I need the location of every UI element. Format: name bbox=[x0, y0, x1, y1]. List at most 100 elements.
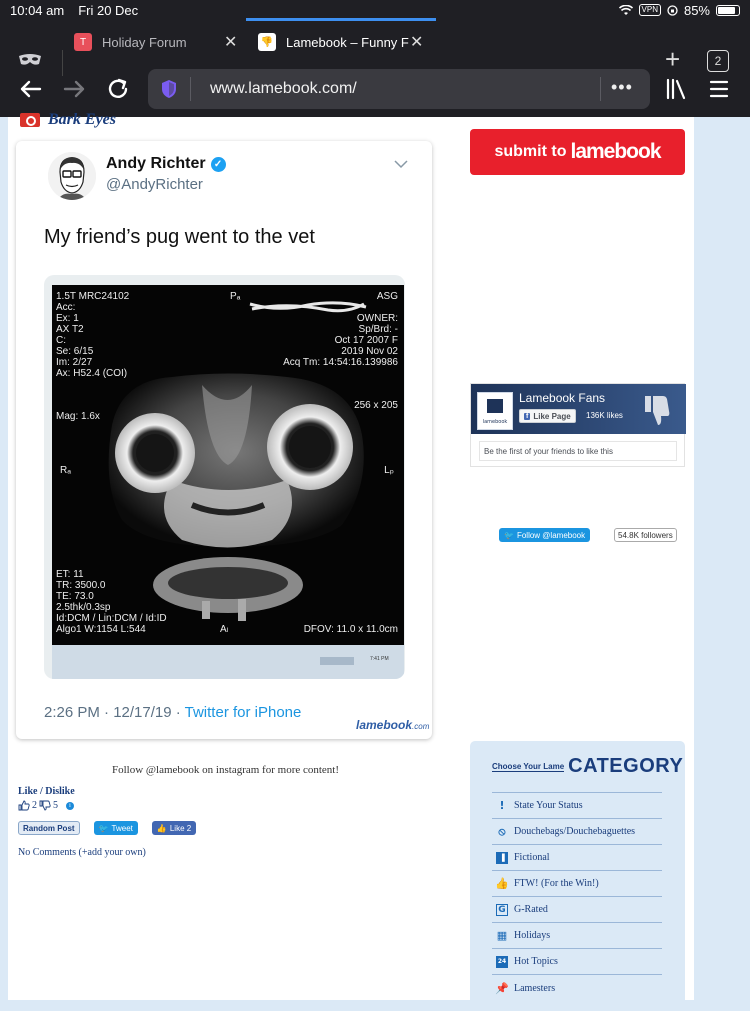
random-post-icon bbox=[20, 113, 40, 127]
ad-placeholder bbox=[470, 185, 685, 375]
instagram-follow-line: Follow @lamebook on instagram for more c… bbox=[112, 764, 340, 776]
tweet-meta: 2:26 PM · 12/17/19 · Twitter for iPhone bbox=[44, 704, 301, 721]
tab-label: Holiday Forum bbox=[102, 34, 187, 50]
tab-lamebook[interactable]: 👎 Lamebook – Funny F ✕ bbox=[246, 18, 436, 64]
tweet-text: My friend’s pug went to the vet bbox=[44, 226, 315, 248]
tweet-author-handle[interactable]: @AndyRichter bbox=[106, 176, 203, 193]
post-title[interactable]: Bark Eyes bbox=[20, 111, 116, 129]
library-icon[interactable] bbox=[665, 78, 687, 100]
mri-overlay-bottom-left: ET: 11 TR: 3500.0 TE: 73.0 2.5thk/0.3sp Id:D… bbox=[56, 569, 167, 635]
tweet-photo[interactable]: 1.5T MRC24102 Acc: Ex: 1 AX T2 C: Se: 6/15 Im:… bbox=[44, 275, 405, 679]
twitter-follower-count: 54.8K followers bbox=[614, 528, 677, 542]
hamburger-menu-icon[interactable] bbox=[709, 80, 729, 98]
post-title-text[interactable]: Bark Eyes bbox=[48, 111, 116, 129]
status-date: Fri 20 Dec bbox=[78, 2, 139, 18]
like-page-label: Like Page bbox=[533, 411, 571, 421]
category-label[interactable]: Holidays bbox=[514, 930, 550, 941]
category-item[interactable]: G G-Rated bbox=[492, 897, 662, 923]
facebook-like-count: 136K likes bbox=[586, 411, 623, 420]
tab-label: Lamebook – Funny F bbox=[286, 34, 409, 50]
mri-orientation-bottom: Aₗ bbox=[220, 624, 229, 635]
tweet-button[interactable]: 🐦 Tweet bbox=[93, 821, 138, 835]
category-label[interactable]: G-Rated bbox=[514, 904, 548, 915]
tweet-timestamp[interactable]: 2:26 PM · 12/17/19 · bbox=[44, 704, 185, 721]
reload-button[interactable] bbox=[105, 76, 131, 102]
info-icon[interactable]: i bbox=[66, 801, 74, 810]
back-button[interactable] bbox=[18, 76, 44, 102]
address-bar[interactable]: www.lamebook.com/ ••• bbox=[148, 69, 650, 109]
category-heading: Choose Your Lame CATEGORY bbox=[492, 755, 683, 778]
thumbs-up-icon: 👍 bbox=[495, 877, 509, 890]
battery-percent: 85% bbox=[683, 2, 710, 18]
mri-orientation-left: Rₐ bbox=[60, 465, 71, 476]
calendar-icon: 24 bbox=[496, 955, 508, 968]
tab-holiday-forum[interactable]: T Holiday Forum ✕ bbox=[74, 20, 242, 64]
thumbs-up-icon: 👍 bbox=[156, 823, 167, 833]
category-label[interactable]: Lamesters bbox=[514, 983, 555, 994]
verified-badge-icon: ✓ bbox=[210, 156, 226, 172]
thumbs-down-icon bbox=[645, 396, 670, 425]
page-actions-icon[interactable]: ••• bbox=[611, 77, 633, 98]
category-item[interactable]: ▦ Holidays bbox=[492, 923, 662, 949]
author-name[interactable]: Andy Richter bbox=[106, 155, 206, 173]
forward-button[interactable] bbox=[61, 76, 87, 102]
exclamation-icon: ! bbox=[499, 799, 505, 812]
category-item[interactable]: 24 Hot Topics bbox=[492, 949, 662, 975]
mri-overlay-top-right: ASG OWNER: Sp/Brd: - Oct 17 2007 F 2019 Nov … bbox=[283, 291, 398, 368]
tweet-author-name[interactable]: Andy Richter ✓ bbox=[106, 155, 226, 173]
page-content: Bark Eyes Andy Richter ✓ @AndyRichter My… bbox=[8, 111, 694, 1011]
wifi-icon bbox=[618, 4, 633, 15]
close-tab-icon[interactable]: ✕ bbox=[410, 32, 423, 52]
battery-icon bbox=[716, 4, 740, 16]
facebook-friends-line: Be the first of your friends to like thi… bbox=[479, 441, 677, 461]
facebook-like-page-button[interactable]: f Like Page bbox=[519, 409, 576, 423]
facebook-page-name[interactable]: Lamebook Fans bbox=[519, 391, 605, 405]
mri-orientation-right: Lₚ bbox=[384, 465, 394, 476]
tab-strip: T Holiday Forum ✕ 👎 Lamebook – Funny F ✕… bbox=[0, 18, 750, 76]
submit-prefix: submit to bbox=[494, 143, 567, 160]
submit-to-lamebook-button[interactable]: submit to lamebook bbox=[470, 129, 685, 175]
category-item[interactable]: ! State Your Status bbox=[492, 793, 662, 819]
lamebook-logo[interactable]: lamebook bbox=[477, 392, 513, 430]
tracking-shield-icon[interactable] bbox=[160, 79, 178, 99]
tab-favicon: T bbox=[74, 33, 92, 51]
pin-icon: 📌 bbox=[495, 981, 509, 995]
close-tab-icon[interactable]: ✕ bbox=[224, 32, 237, 52]
random-post-button[interactable]: Random Post bbox=[18, 821, 80, 835]
category-label[interactable]: Hot Topics bbox=[514, 956, 558, 967]
twitter-follow-label: Follow @lamebook bbox=[516, 530, 586, 540]
category-label[interactable]: Douchebags/Douchebaguettes bbox=[514, 826, 635, 837]
mri-matrix-size: 256 x 205 bbox=[354, 400, 398, 411]
avatar[interactable] bbox=[48, 152, 96, 200]
twitter-follow-button[interactable]: 🐦 Follow @lamebook bbox=[499, 528, 591, 542]
category-heading-small: Choose Your Lame bbox=[492, 761, 565, 772]
mri-orientation-top: Pₐ bbox=[230, 291, 241, 302]
g-icon: G bbox=[496, 903, 508, 916]
comments-link[interactable]: No Comments (+add your own) bbox=[18, 847, 146, 858]
taskbar-clock: 7:41 PM bbox=[370, 656, 389, 662]
category-label[interactable]: Fictional bbox=[514, 852, 550, 863]
browser-chrome: 10:04 am Fri 20 Dec VPN 85% T Holiday Fo… bbox=[0, 0, 750, 117]
facebook-like-button[interactable]: 👍 Like 2 bbox=[151, 821, 197, 835]
facebook-like-label: Like 2 bbox=[169, 823, 192, 833]
mri-scan-image: 1.5T MRC24102 Acc: Ex: 1 AX T2 C: Se: 6/15 Im:… bbox=[52, 285, 404, 645]
status-bar: 10:04 am Fri 20 Dec VPN 85% bbox=[0, 0, 750, 20]
category-item[interactable]: ⦸ Douchebags/Douchebaguettes bbox=[492, 819, 662, 845]
category-item[interactable]: ▐ Fictional bbox=[492, 845, 662, 871]
thumbs-down-icon[interactable] bbox=[39, 800, 51, 811]
tweet-source-link[interactable]: Twitter for iPhone bbox=[185, 704, 302, 721]
lamebook-favicon-icon: 👎 bbox=[258, 33, 276, 51]
thumbs-up-icon[interactable] bbox=[18, 800, 30, 811]
chevron-down-icon[interactable] bbox=[394, 159, 408, 169]
facebook-page-widget[interactable]: lamebook Lamebook Fans f Like Page 136K l… bbox=[470, 383, 686, 467]
category-label[interactable]: State Your Status bbox=[514, 800, 583, 811]
like-counts: 2 5 i bbox=[18, 800, 74, 811]
embedded-tweet[interactable]: Andy Richter ✓ @AndyRichter My friend’s … bbox=[16, 141, 432, 739]
category-heading-big: CATEGORY bbox=[568, 755, 684, 777]
mri-mag: Mag: 1.6x bbox=[56, 411, 100, 422]
submit-brand: lamebook bbox=[570, 140, 661, 163]
url-text[interactable]: www.lamebook.com/ bbox=[210, 80, 357, 98]
category-item[interactable]: 📌 Lamesters bbox=[492, 975, 662, 1001]
category-item[interactable]: 👍 FTW! (For the Win!) bbox=[492, 871, 662, 897]
category-label[interactable]: FTW! (For the Win!) bbox=[514, 878, 599, 889]
